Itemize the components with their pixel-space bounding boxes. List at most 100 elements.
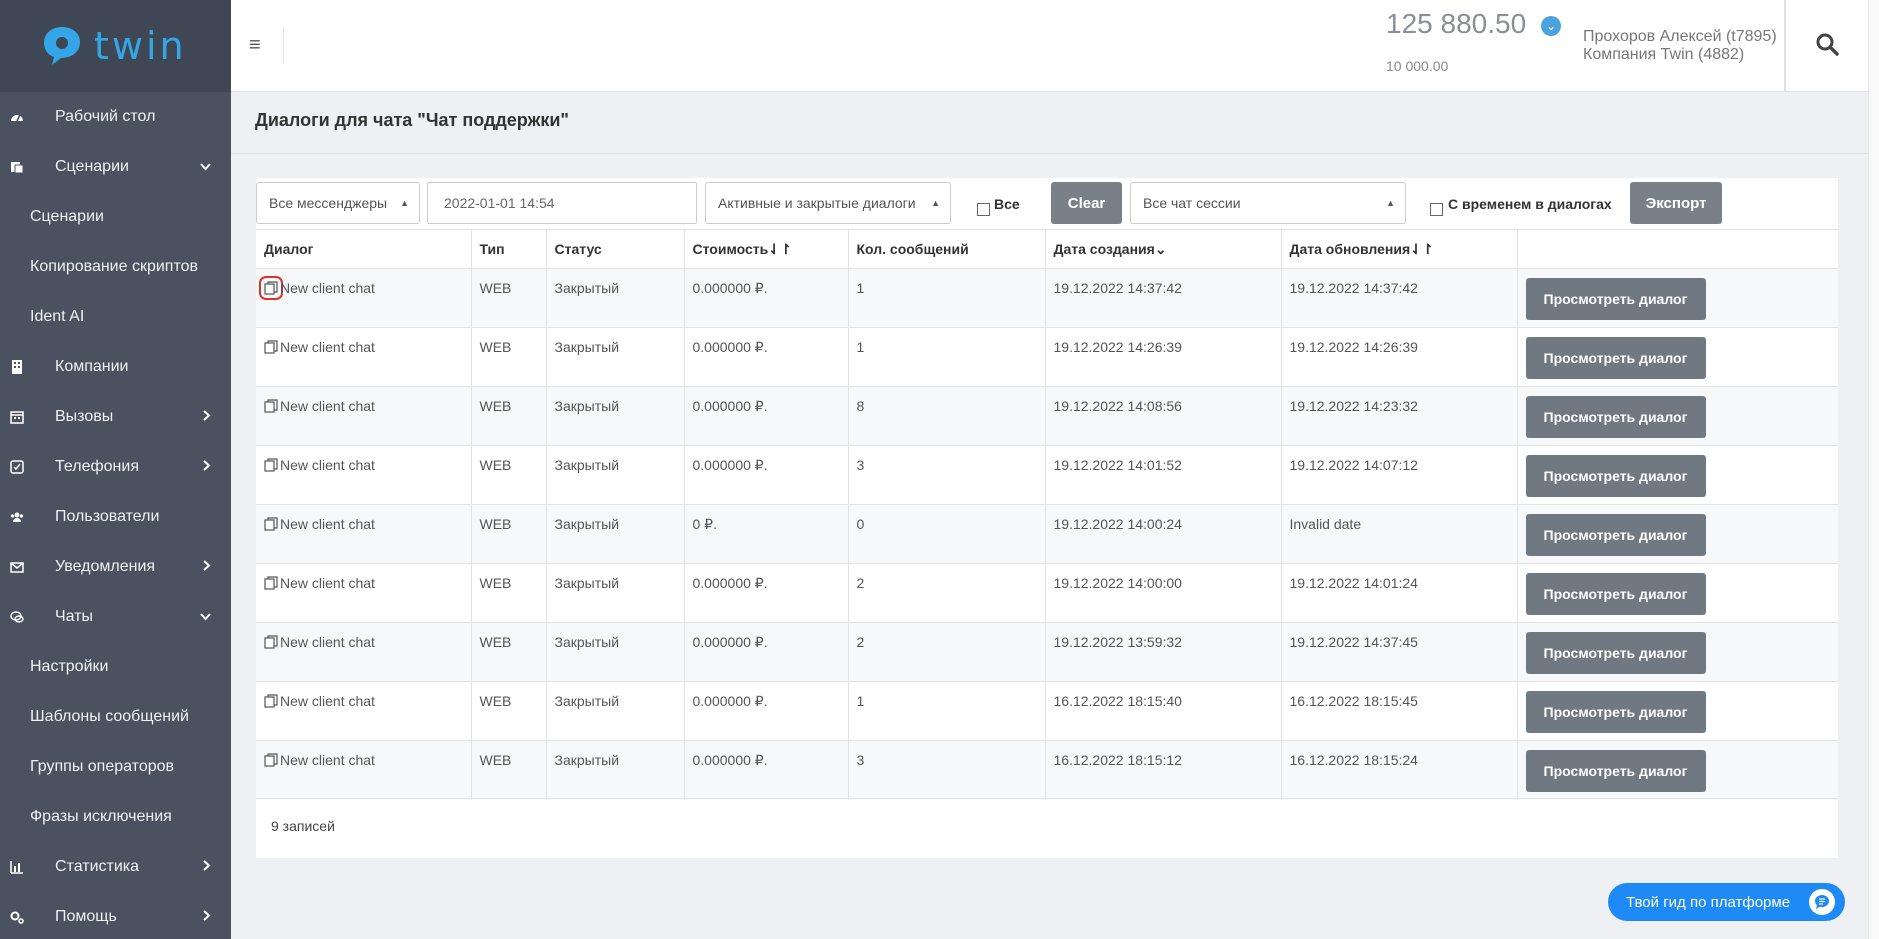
view-dialog-button[interactable]: Просмотреть диалог xyxy=(1525,396,1706,438)
sidebar-item-sub-14[interactable]: Фразы исключения xyxy=(0,792,231,842)
cell-messages: 2 xyxy=(848,622,1046,682)
cell-type: WEB xyxy=(471,681,547,741)
sidebar-item-0[interactable]: Рабочий стол xyxy=(0,92,231,142)
cell-cost: 0.000000 ₽. xyxy=(684,268,849,328)
copy-document-icon[interactable] xyxy=(264,399,278,413)
copy-document-icon[interactable] xyxy=(264,458,278,472)
cell-status: Закрытый xyxy=(546,327,685,387)
dialog-name: New client chat xyxy=(280,398,375,414)
copy-document-icon[interactable] xyxy=(264,635,278,649)
sidebar-item-6[interactable]: Вызовы xyxy=(0,392,231,442)
cell-messages: 8 xyxy=(848,386,1046,446)
view-dialog-button[interactable]: Просмотреть диалог xyxy=(1525,632,1706,674)
table-row: New client chat WEB Закрытый 0 ₽. 0 19.12.202… xyxy=(256,504,1838,564)
column-header-cost[interactable]: Стоимость⇃↾ xyxy=(684,229,849,269)
sidebar-item-sub-13[interactable]: Группы операторов xyxy=(0,742,231,792)
sidebar-item-15[interactable]: Статистика xyxy=(0,842,231,892)
column-header-dialog[interactable]: Диалог xyxy=(256,229,472,269)
messenger-select[interactable]: Все мессенджеры ▲ xyxy=(256,182,420,224)
column-header-updated[interactable]: Дата обновления⇃↾ xyxy=(1281,229,1518,269)
cell-actions: Просмотреть диалог xyxy=(1517,681,1838,741)
copy-document-icon[interactable] xyxy=(259,276,283,300)
copy-document-icon[interactable] xyxy=(264,340,278,354)
cell-status: Закрытый xyxy=(546,622,685,682)
users-icon xyxy=(9,509,25,525)
cell-messages: 1 xyxy=(848,327,1046,387)
account-balance: 125 880.50 xyxy=(1386,8,1527,39)
date-from-input[interactable]: 2022-01-01 14:54 xyxy=(427,182,697,224)
copy-document-icon[interactable] xyxy=(264,517,278,531)
all-checkbox[interactable] xyxy=(977,203,990,216)
sidebar-item-label: Пользователи xyxy=(55,508,160,525)
sidebar-item-7[interactable]: Телефония xyxy=(0,442,231,492)
credit-limit: 10 000.00 xyxy=(1386,58,1449,74)
sidebar-item-10[interactable]: Чаты xyxy=(0,592,231,642)
cell-messages: 1 xyxy=(848,268,1046,328)
sidebar-item-8[interactable]: Пользователи xyxy=(0,492,231,542)
sidebar-item-label: Сценарии xyxy=(55,158,129,175)
company-name[interactable]: Компания Twin (4882) xyxy=(1583,46,1744,64)
cell-messages: 3 xyxy=(848,445,1046,505)
select-caret-icon: ▲ xyxy=(400,198,409,208)
dialog-status-select[interactable]: Активные и закрытые диалоги ▲ xyxy=(705,182,951,224)
copy-document-icon[interactable] xyxy=(264,753,278,767)
table-row: New client chat WEB Закрытый 0.000000 ₽. 2 19… xyxy=(256,563,1838,623)
sidebar-item-sub-11[interactable]: Настройки xyxy=(0,642,231,692)
select-caret-icon: ▲ xyxy=(931,198,940,208)
messenger-select-value: Все мессенджеры xyxy=(269,195,388,211)
sidebar-item-label: Рабочий стол xyxy=(55,108,156,125)
copy-document-icon[interactable] xyxy=(264,694,278,708)
logo-text: twin xyxy=(94,24,187,68)
dialog-status-select-value: Активные и закрытые диалоги xyxy=(718,195,916,211)
cell-updated: 19.12.2022 14:37:42 xyxy=(1281,268,1518,328)
view-dialog-button[interactable]: Просмотреть диалог xyxy=(1525,337,1706,379)
view-dialog-button[interactable]: Просмотреть диалог xyxy=(1525,455,1706,497)
cell-dialog: New client chat xyxy=(256,445,472,505)
chevron-down-icon[interactable]: ⌄ xyxy=(1541,16,1561,36)
search-button[interactable] xyxy=(1784,0,1868,92)
view-dialog-button[interactable]: Просмотреть диалог xyxy=(1525,750,1706,792)
cell-created: 19.12.2022 14:08:56 xyxy=(1045,386,1282,446)
cell-cost: 0.000000 ₽. xyxy=(684,386,849,446)
view-dialog-button[interactable]: Просмотреть диалог xyxy=(1525,278,1706,320)
logo[interactable]: twin xyxy=(0,0,231,92)
window-scrollbar[interactable] xyxy=(1868,0,1879,939)
envelope-icon xyxy=(9,559,25,575)
dialogs-table: Диалог Тип Статус Стоимость⇃↾ Кол. сообщ… xyxy=(256,229,1838,800)
dialog-name: New client chat xyxy=(280,339,375,355)
platform-guide-button[interactable]: Твой гид по платформе xyxy=(1608,883,1845,921)
twin-logo-icon xyxy=(40,24,84,68)
view-dialog-button[interactable]: Просмотреть диалог xyxy=(1525,514,1706,556)
sidebar-item-sub-12[interactable]: Шаблоны сообщений xyxy=(0,692,231,742)
column-header-type[interactable]: Тип xyxy=(471,229,547,269)
cell-status: Закрытый xyxy=(546,740,685,800)
cell-dialog: New client chat xyxy=(256,622,472,682)
export-button[interactable]: Экспорт xyxy=(1630,182,1722,224)
cell-created: 19.12.2022 14:01:52 xyxy=(1045,445,1282,505)
cell-type: WEB xyxy=(471,563,547,623)
hamburger-menu-icon[interactable]: ≡ xyxy=(249,34,261,57)
user-name[interactable]: Прохоров Алексей (t7895) xyxy=(1583,28,1777,46)
clear-button[interactable]: Clear xyxy=(1051,182,1122,224)
cell-cost: 0.000000 ₽. xyxy=(684,563,849,623)
view-dialog-button[interactable]: Просмотреть диалог xyxy=(1525,573,1706,615)
divider xyxy=(256,798,1838,799)
chat-session-select-value: Все чат сессии xyxy=(1143,195,1241,211)
copy-document-icon[interactable] xyxy=(264,576,278,590)
view-dialog-button[interactable]: Просмотреть диалог xyxy=(1525,691,1706,733)
sidebar-item-sub-4[interactable]: Ident AI xyxy=(0,292,231,342)
sidebar-item-sub-3[interactable]: Копирование скриптов xyxy=(0,242,231,292)
sidebar-item-1[interactable]: Сценарии xyxy=(0,142,231,192)
cell-created: 16.12.2022 18:15:40 xyxy=(1045,681,1282,741)
with-time-checkbox[interactable] xyxy=(1430,203,1443,216)
sidebar-item-sub-2[interactable]: Сценарии xyxy=(0,192,231,242)
cell-actions: Просмотреть диалог xyxy=(1517,268,1838,328)
sidebar-item-9[interactable]: Уведомления xyxy=(0,542,231,592)
column-header-created[interactable]: Дата создания⌄ xyxy=(1045,229,1282,269)
sidebar-item-5[interactable]: Компании xyxy=(0,342,231,392)
chat-session-select[interactable]: Все чат сессии ▲ xyxy=(1130,182,1406,224)
column-header-messages[interactable]: Кол. сообщений xyxy=(848,229,1046,269)
column-header-status[interactable]: Статус xyxy=(546,229,685,269)
chevron-right-icon xyxy=(203,460,211,474)
sidebar-item-16[interactable]: Помощь xyxy=(0,892,231,939)
